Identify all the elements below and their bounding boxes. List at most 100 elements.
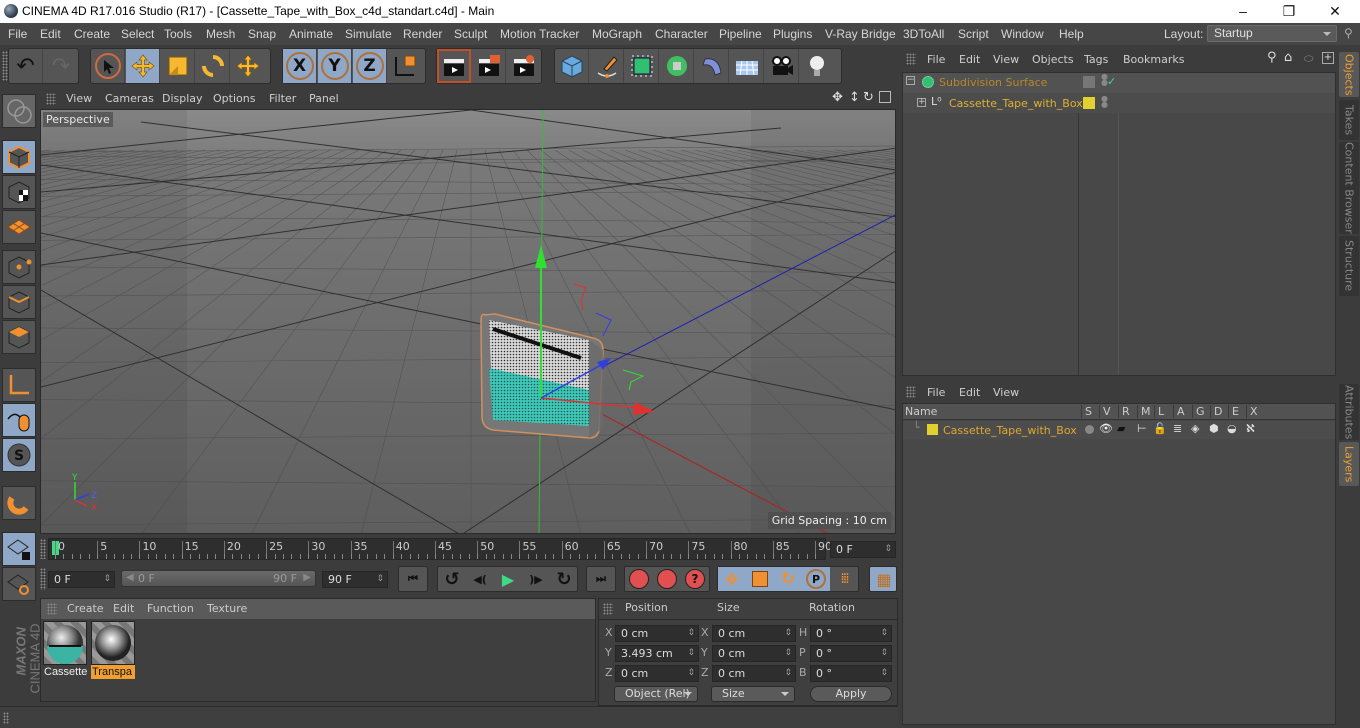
material-swatch[interactable]: Transpa <box>91 621 135 679</box>
tweak-mode-button[interactable] <box>2 403 36 437</box>
menu-plugins[interactable]: Plugins <box>773 27 812 41</box>
visibility-dots-icon[interactable]: ● ● <box>1101 95 1108 109</box>
coordinates-grip[interactable] <box>603 603 613 615</box>
point-level-key-button[interactable]: ⁞⁞⁞ <box>830 567 858 591</box>
search-icon[interactable]: ⚲ <box>1344 26 1353 40</box>
material-menu-edit[interactable]: Edit <box>113 602 134 615</box>
menu-vray-bridge[interactable]: V-Ray Bridge <box>825 27 896 41</box>
object-manager-grip[interactable] <box>906 53 916 65</box>
rotation-p-field[interactable]: 0 ° <box>810 645 892 662</box>
make-editable-button[interactable] <box>2 94 36 128</box>
view-eye-icon[interactable]: 👁 <box>1099 422 1113 435</box>
solo-mode-button[interactable]: S <box>2 438 36 472</box>
animation-icon[interactable]: ≣ <box>1173 422 1182 435</box>
range-left-arrow-icon[interactable]: ◀ <box>126 572 134 583</box>
y-axis-button[interactable]: Y <box>318 49 352 83</box>
viewport-menu-cameras[interactable]: Cameras <box>105 92 154 105</box>
3d-viewport[interactable]: Y Z X Perspective Grid Spacing : 10 cm <box>40 109 896 534</box>
add-deformer-button[interactable] <box>695 49 729 83</box>
current-frame-field[interactable]: 0 F <box>830 541 896 558</box>
layer-column-d[interactable]: D <box>1210 405 1222 418</box>
zoom-view-icon[interactable]: ↕ <box>849 90 860 105</box>
add-floor-button[interactable] <box>730 49 764 83</box>
menu-window[interactable]: Window <box>1001 27 1044 41</box>
layer-column-s[interactable]: S <box>1081 405 1092 418</box>
layer-column-x[interactable]: X <box>1246 405 1258 418</box>
texture-mode-button[interactable] <box>2 175 36 209</box>
end-frame-field[interactable]: 90 F <box>322 571 388 588</box>
previous-keyframe-button[interactable]: ↺ <box>438 567 466 591</box>
range-right-arrow-icon[interactable]: ▶ <box>303 572 311 583</box>
tab-content-browser[interactable]: Content Browser <box>1339 142 1359 234</box>
generators-icon[interactable]: ◈ <box>1191 422 1199 435</box>
snap-button[interactable] <box>2 486 36 520</box>
object-menu-tags[interactable]: Tags <box>1084 53 1108 66</box>
render-to-picture-viewer-button[interactable] <box>472 49 506 83</box>
viewport-grip[interactable] <box>46 93 56 105</box>
timeline-grip[interactable] <box>40 539 46 559</box>
add-camera-button[interactable] <box>765 49 799 83</box>
menu-3dtoall[interactable]: 3DToAll <box>903 27 944 41</box>
layer-name[interactable]: Cassette_Tape_with_Box <box>943 424 1077 437</box>
tab-structure[interactable]: Structure <box>1339 236 1359 296</box>
move-tool-button[interactable] <box>126 49 160 83</box>
layer-column-m[interactable]: M <box>1137 405 1151 418</box>
previous-frame-button[interactable]: ◀( <box>466 567 494 591</box>
enabled-check-icon[interactable]: ✓ <box>1107 75 1116 88</box>
layer-column-a[interactable]: A <box>1173 405 1185 418</box>
search-icon[interactable]: ⚲ <box>1267 50 1277 65</box>
new-view-icon[interactable]: + <box>1322 52 1334 64</box>
record-keys-button[interactable] <box>625 567 653 591</box>
next-frame-button[interactable]: )▶ <box>522 567 550 591</box>
layer-menu-edit[interactable]: Edit <box>959 386 980 399</box>
layer-row[interactable]: └ Cassette_Tape_with_Box 👁 ▰ ⊢ 🔓 ≣ ◈ ⬢ ◒… <box>903 421 1335 439</box>
scale-tool-button[interactable] <box>161 49 195 83</box>
rotation-h-field[interactable]: 0 ° <box>810 625 892 642</box>
object-row-cassette[interactable]: + L⁰ Cassette_Tape_with_Box ● ● <box>903 93 1335 113</box>
layer-column-name[interactable]: Name <box>905 405 937 418</box>
rotate-view-icon[interactable]: ↻ <box>863 90 874 105</box>
expand-icon[interactable]: + <box>917 98 926 107</box>
axis-mode-button[interactable] <box>2 368 36 402</box>
object-name[interactable]: Cassette_Tape_with_Box <box>949 97 1083 110</box>
menu-edit[interactable]: Edit <box>40 27 61 41</box>
x-axis-button[interactable]: X <box>283 49 317 83</box>
menu-help[interactable]: Help <box>1059 27 1084 41</box>
layer-swatch-empty[interactable] <box>1083 76 1095 88</box>
menu-mesh[interactable]: Mesh <box>206 27 235 41</box>
size-mode-dropdown[interactable]: Size <box>711 686 795 702</box>
add-subdivision-button[interactable] <box>625 49 659 83</box>
go-to-end-button[interactable]: ⏭ <box>586 566 616 592</box>
position-z-field[interactable]: 0 cm <box>615 665 699 682</box>
lock-workplane-button[interactable] <box>2 532 36 566</box>
object-name[interactable]: Subdivision Surface <box>939 76 1047 89</box>
viewport-menu-display[interactable]: Display <box>162 92 203 105</box>
rotation-key-button[interactable]: ↻ <box>774 567 802 591</box>
redo-button[interactable]: ↷ <box>44 49 78 83</box>
menu-motion-tracker[interactable]: Motion Tracker <box>500 27 579 41</box>
layer-column-e[interactable]: E <box>1228 405 1239 418</box>
add-spline-button[interactable] <box>590 49 624 83</box>
lock-open-icon[interactable]: 🔓 <box>1153 422 1167 435</box>
layer-column-r[interactable]: R <box>1118 405 1130 418</box>
material-grip[interactable] <box>47 603 57 615</box>
timeline-ruler[interactable]: 0 5 10 15 20 25 30 35 40 45 50 55 60 65 70 75 80 85 90 <box>48 538 832 560</box>
go-to-start-button[interactable]: ⏮ <box>398 566 428 592</box>
object-menu-objects[interactable]: Objects <box>1032 53 1074 66</box>
layer-column-v[interactable]: V <box>1099 405 1111 418</box>
live-selection-button[interactable] <box>91 49 125 83</box>
menu-select[interactable]: Select <box>121 27 154 41</box>
viewport-menu-filter[interactable]: Filter <box>269 92 296 105</box>
size-z-field[interactable]: 0 cm <box>712 665 796 682</box>
viewport-menu-view[interactable]: View <box>66 92 92 105</box>
add-light-button[interactable] <box>800 49 834 83</box>
layer-manager-grip[interactable] <box>906 386 916 398</box>
menu-simulate[interactable]: Simulate <box>345 27 392 41</box>
tab-objects[interactable]: Objects <box>1339 52 1359 97</box>
xref-icon[interactable]: ℵ <box>1246 422 1255 435</box>
material-menu-function[interactable]: Function <box>147 602 194 615</box>
menu-sculpt[interactable]: Sculpt <box>454 27 487 41</box>
rotate-tool-button[interactable] <box>196 49 230 83</box>
tab-attributes[interactable]: Attributes <box>1339 384 1359 440</box>
keyframe-selection-button[interactable]: ? <box>681 567 709 591</box>
